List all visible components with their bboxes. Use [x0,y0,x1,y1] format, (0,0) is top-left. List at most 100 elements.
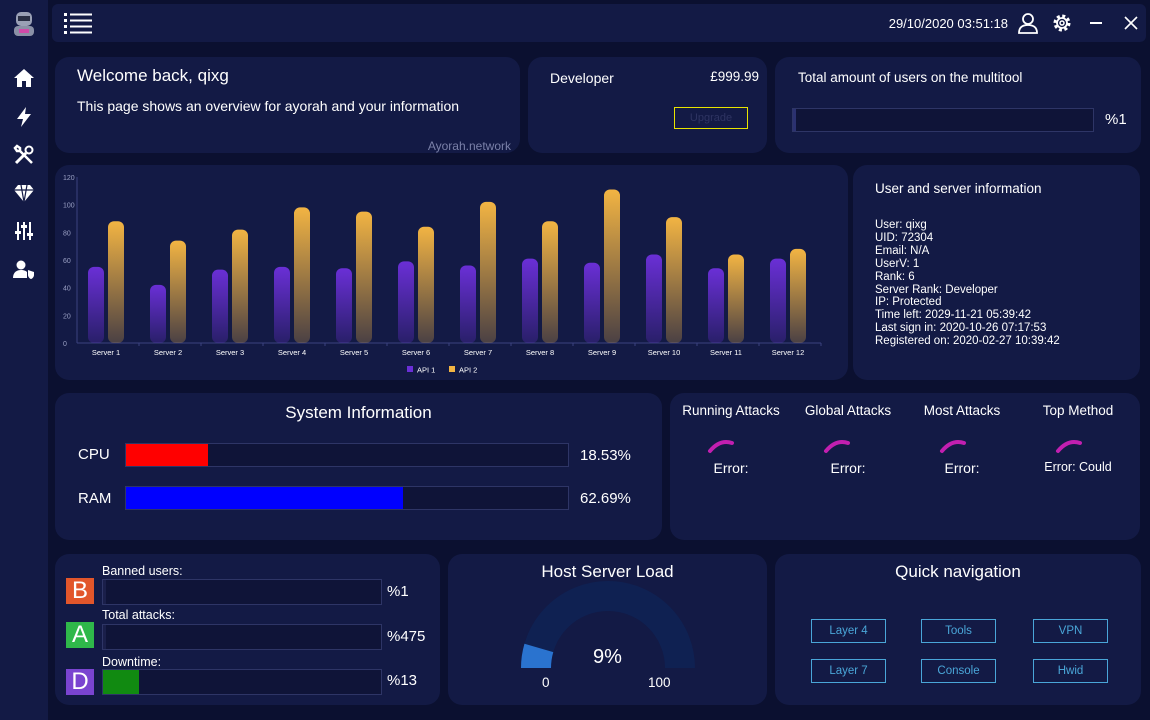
x-tick-label: Server 2 [154,348,182,357]
tools-icon[interactable] [10,141,38,169]
hwid-button[interactable]: Hwid [1033,659,1108,683]
legend-label: API 1 [417,366,435,375]
x-tick-label: Server 12 [772,348,805,357]
bar-api-1 [584,262,600,343]
downtime-bar-fill [103,670,140,694]
welcome-card: Welcome back, qixg This page shows an ov… [55,57,520,153]
bar-api-1 [460,265,476,343]
banned-letter-badge: B [66,577,94,604]
user-icon[interactable] [1017,12,1039,34]
quick-nav-title: Quick navigation [895,562,1021,581]
users-total-bar-fill [793,109,796,131]
bar-api-1 [212,269,228,343]
info-userv: UserV: 1 [875,257,920,270]
layer4-button[interactable]: Layer 4 [811,619,886,643]
x-tick-label: Server 1 [92,348,120,357]
info-uid: UID: 72304 [875,231,934,244]
running-attacks-title: Running Attacks [682,403,780,418]
legend-label: API 2 [459,366,477,375]
stats-card: Banned users: B %1 Total attacks: A %475… [55,554,440,705]
y-tick-label: 40 [63,286,71,293]
running-attacks-status: Error: [713,460,749,476]
total-attacks-bar [102,624,382,650]
bar-api-2 [294,207,310,343]
plan-card: Developer £999.99 Upgrade [528,57,767,153]
api-bar-chart: 0 20 40 60 80 100 120 Server 1 Server 2 Server 3 S… [63,175,822,375]
minimize-icon[interactable] [1090,22,1102,24]
info-last-sign-in: Last sign in: 2020-10-26 07:17:53 [875,322,1047,335]
global-attacks-status: Error: [830,460,866,476]
spinner-icon [708,440,734,453]
y-tick-label: 0 [63,341,67,348]
gauge-min-label: 0 [542,675,550,690]
downtime-label: Downtime: [102,655,162,669]
bar-api-2 [480,201,496,343]
x-tick-label: Server 6 [402,348,430,357]
users-total-card: Total amount of users on the multitool %… [775,57,1141,153]
spinner-icon [940,440,966,453]
bar-api-1 [708,268,724,343]
downtime-bar [102,669,382,695]
plan-name: Developer [550,70,614,86]
sliders-icon[interactable] [10,217,38,245]
cpu-value: 18.53% [580,447,631,464]
welcome-footer: Ayorah.network [427,139,511,153]
bar-api-2 [356,211,372,343]
bar-api-2 [790,248,806,343]
bar-api-2 [666,217,682,343]
user-shield-icon[interactable] [10,255,38,283]
info-registered: Registered on: 2020-02-27 10:39:42 [875,335,1060,348]
cpu-bar-fill [126,444,208,466]
ram-bar-fill [126,487,404,509]
y-tick-label: 120 [63,175,75,182]
cpu-label: CPU [78,446,110,463]
plan-price: £999.99 [710,69,759,84]
diamond-icon[interactable] [10,179,38,207]
lightning-icon[interactable] [10,103,38,131]
info-email: Email: N/A [875,244,930,257]
ram-value: 62.69% [580,490,631,507]
info-time-left: Time left: 2029-11-21 05:39:42 [875,309,1031,322]
gear-icon[interactable] [1051,12,1073,34]
vpn-button[interactable]: VPN [1033,619,1108,643]
home-icon[interactable] [10,64,38,92]
layer7-button[interactable]: Layer 7 [811,659,886,683]
legend-swatch [407,366,413,372]
bar-api-1 [336,268,352,343]
quick-nav-card: Quick navigation Layer 4 Tools VPN Layer… [775,554,1141,705]
welcome-title: Welcome back, qixg [77,66,229,85]
app-logo [11,9,37,39]
close-icon[interactable] [1124,16,1138,30]
x-tick-label: Server 5 [340,348,368,357]
bar-api-2 [604,189,620,343]
welcome-description: This page shows an overview for ayorah a… [77,98,460,114]
downtime-letter-badge: D [66,668,94,695]
user-info-title: User and server information [875,181,1042,196]
user-info-lines: User: qixg UID: 72304 Email: N/A UserV: … [875,219,1060,348]
total-attacks-label: Total attacks: [102,608,175,622]
y-tick-label: 100 [63,203,75,210]
api-chart-card: 0 20 40 60 80 100 120 Server 1 Server 2 Server 3 S… [55,165,848,380]
top-method-status: Error: Could [1044,460,1112,474]
users-total-bar [792,108,1094,132]
most-attacks-status: Error: [944,460,980,476]
bar-api-1 [150,284,166,343]
banned-users-label: Banned users: [102,564,183,578]
tools-button[interactable]: Tools [921,619,996,643]
upgrade-button[interactable]: Upgrade [674,107,748,129]
console-button[interactable]: Console [921,659,996,683]
bar-api-1 [770,258,786,343]
system-info-title: System Information [285,403,432,422]
downtime-value: %13 [387,672,418,689]
banned-users-value: %1 [387,583,409,600]
y-tick-label: 80 [63,230,71,237]
sidebar [0,0,48,720]
user-info-card: User and server information User: qixg U… [853,165,1140,380]
bar-api-1 [646,254,662,343]
host-load-gauge [521,581,695,669]
attacks-card: Running Attacks Error: Global Attacks Er… [670,393,1140,540]
x-tick-label: Server 9 [588,348,616,357]
x-tick-label: Server 10 [648,348,681,357]
info-rank: Rank: 6 [875,270,915,283]
menu-icon[interactable] [64,12,92,34]
